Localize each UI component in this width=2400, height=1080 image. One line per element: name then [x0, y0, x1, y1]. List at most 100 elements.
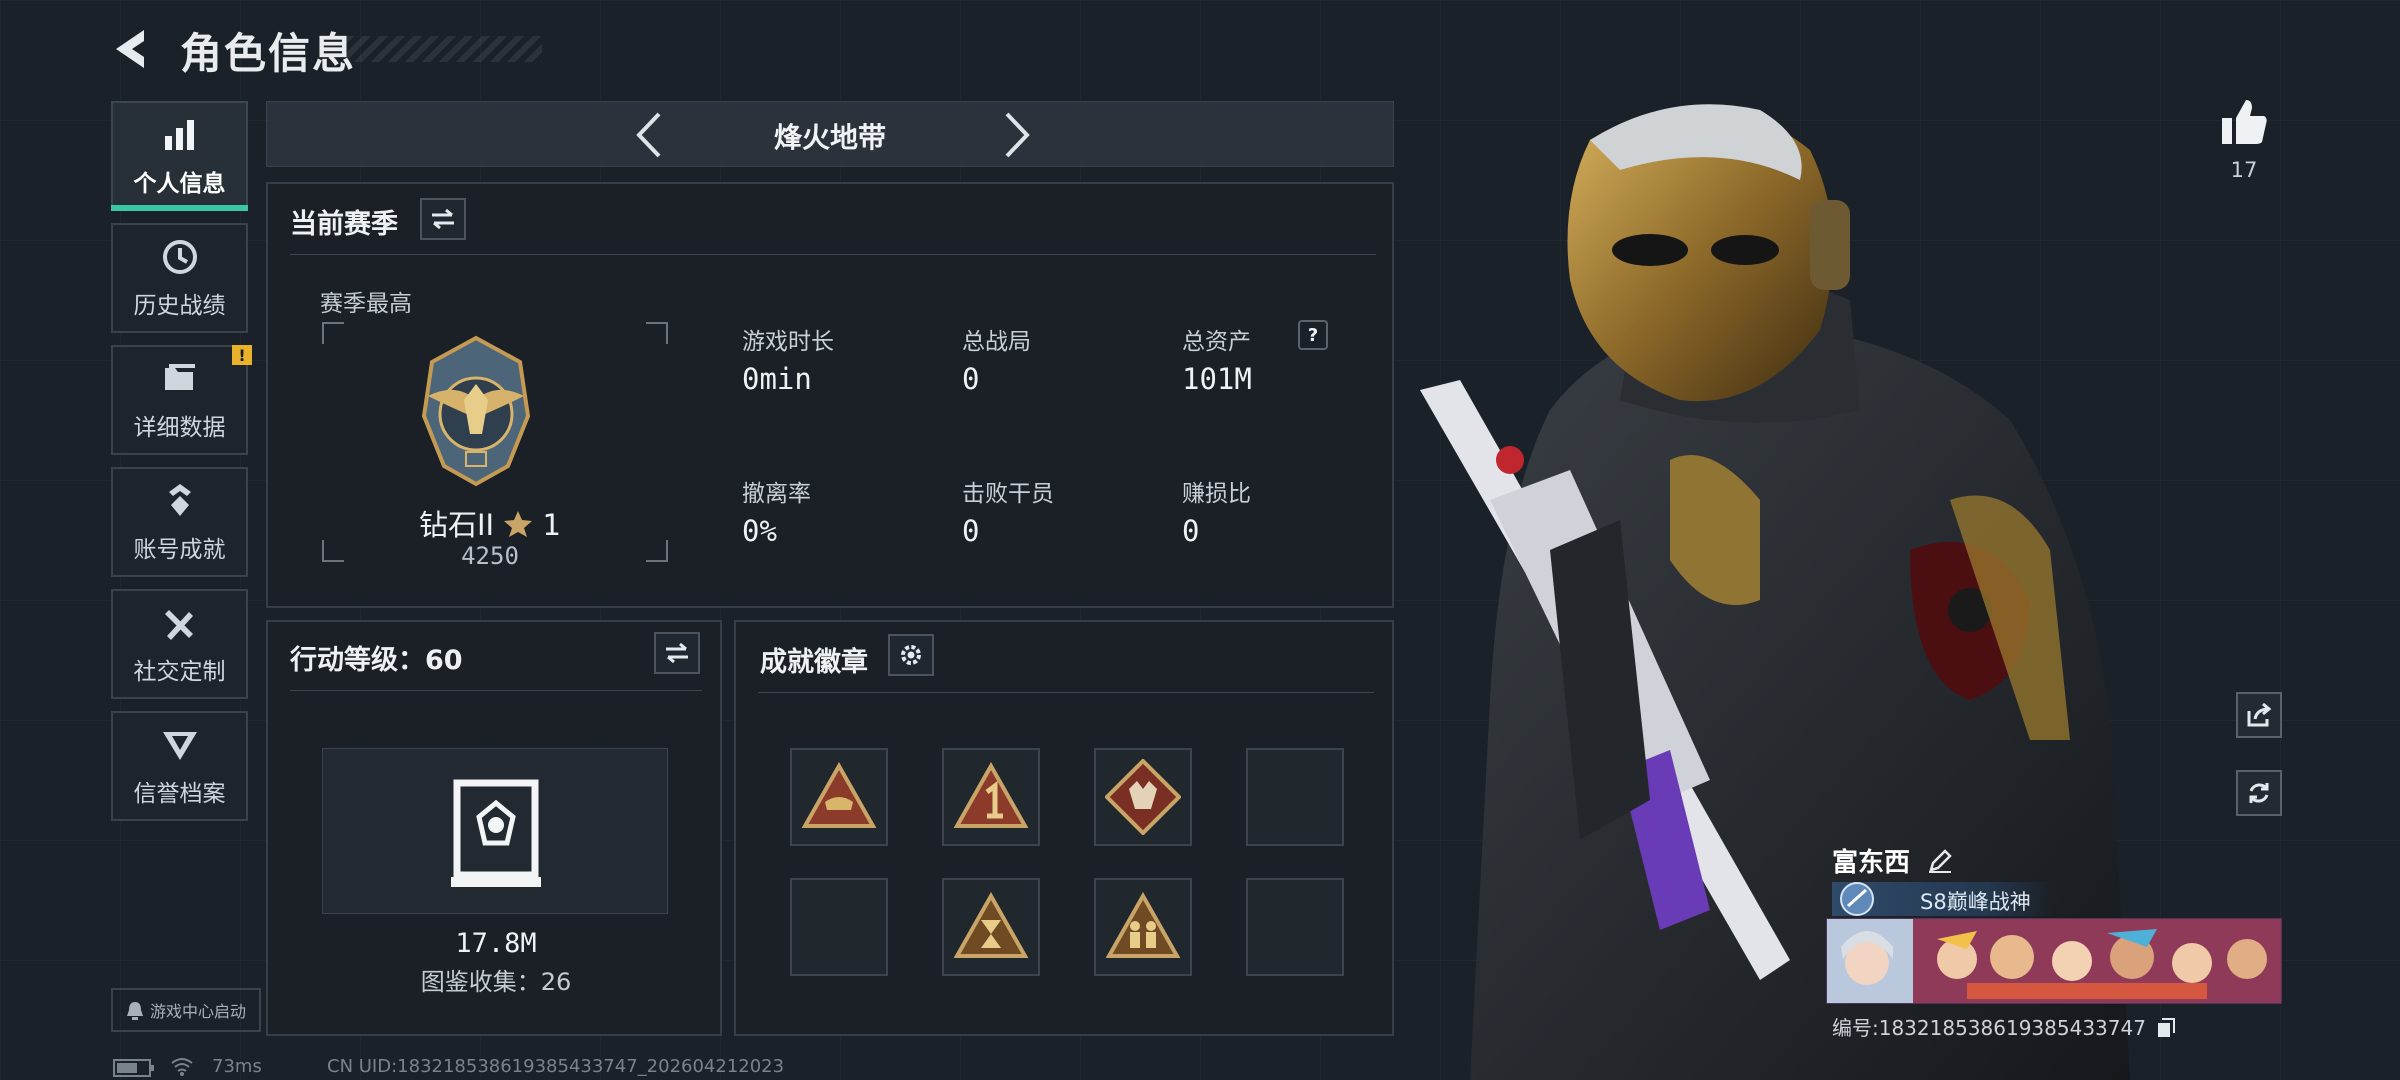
rank-name: 钻石II — [419, 508, 495, 542]
sidebar-item-social-custom[interactable]: 社交定制 — [111, 589, 248, 699]
sidebar-item-account-achievements[interactable]: 账号成就 — [111, 467, 248, 577]
collection-display — [322, 748, 668, 914]
player-title: S8巅峰战神 — [1920, 890, 2031, 914]
boot-triangle-badge-icon — [801, 762, 877, 828]
current-season-panel: 当前赛季 赛季最高 钻石II 1 4250 游戏时长 0min 总战局 0 总资… — [266, 182, 1394, 608]
badge-slot-1[interactable] — [790, 748, 888, 846]
clock-history-icon — [162, 240, 197, 274]
sidebar-item-label: 详细数据 — [133, 415, 226, 441]
share-icon — [2247, 702, 2272, 727]
battery-icon — [113, 1059, 154, 1077]
stat-label-operators-defeated: 击败干员 — [962, 481, 1054, 507]
stat-value-operators-defeated: 0 — [962, 514, 980, 548]
wolf-diamond-badge-icon — [1105, 759, 1181, 835]
tools-icon — [164, 610, 193, 640]
thumbs-up-icon[interactable] — [2218, 96, 2270, 148]
wifi-icon — [171, 1058, 193, 1076]
swap-arrows-icon — [666, 642, 688, 664]
sidebar-item-match-history[interactable]: 历史战绩 — [111, 223, 248, 333]
sidebar-item-detailed-data[interactable]: 详细数据 ! — [111, 345, 252, 455]
sidebar-item-credit-record[interactable]: 信誉档案 — [111, 711, 248, 821]
stat-label-extraction-rate: 撤离率 — [742, 481, 811, 507]
season-panel-title: 当前赛季 — [290, 209, 398, 240]
collection-count: 图鉴收集：26 — [420, 968, 572, 996]
banner-artwork — [1827, 919, 2281, 1003]
collection-vault-icon — [451, 779, 541, 887]
game-center-launch-button[interactable]: 游戏中心启动 — [111, 988, 261, 1032]
stat-label-playtime: 游戏时长 — [742, 329, 834, 355]
title-emblem-icon — [1840, 882, 1874, 916]
refresh-icon — [2249, 783, 2269, 803]
divider — [758, 692, 1374, 693]
action-level-title: 行动等级：60 — [290, 645, 463, 676]
mode-next-arrow-icon[interactable] — [993, 110, 1039, 160]
diamond-rank-emblem-icon — [421, 335, 531, 487]
frame-corner — [322, 322, 344, 344]
achievements-title: 成就徽章 — [760, 647, 868, 678]
mode-selector: 烽火地带 — [266, 101, 1394, 167]
action-level-value: 17.8M — [455, 928, 537, 959]
alert-badge: ! — [232, 345, 252, 365]
stat-label-total-assets: 总资产 — [1182, 329, 1251, 355]
rank-label: 钻石II 1 — [298, 502, 682, 544]
divider — [290, 254, 1376, 255]
badge-slot-3[interactable] — [1094, 748, 1192, 846]
sidebar-item-label: 信誉档案 — [133, 781, 226, 807]
achievement-icon — [168, 484, 191, 516]
like-count: 17 — [2230, 158, 2258, 182]
season-switch-button[interactable] — [420, 198, 466, 240]
player-id: 编号:183218538619385433747 — [1832, 1012, 2176, 1041]
action-level-switch-button[interactable] — [654, 632, 700, 674]
star-icon — [504, 511, 533, 537]
stat-value-total-matches: 0 — [962, 362, 980, 396]
badge-slot-8-empty[interactable] — [1246, 878, 1344, 976]
player-id-text: 编号:183218538619385433747 — [1832, 1016, 2146, 1040]
frame-corner — [646, 322, 668, 344]
player-name: 富东西 — [1832, 842, 1953, 879]
badge-slot-7[interactable] — [1094, 878, 1192, 976]
bar-chart-icon — [164, 120, 194, 150]
sidebar-item-label: 账号成就 — [133, 537, 226, 563]
action-level-panel: 行动等级：60 17.8M 图鉴收集：26 — [266, 620, 722, 1036]
rank-stars: 1 — [542, 508, 561, 542]
badge-slot-4-empty[interactable] — [1246, 748, 1344, 846]
gear-icon — [901, 645, 921, 665]
mode-title: 烽火地带 — [773, 121, 886, 154]
sidebar-item-personal-info[interactable]: 个人信息 — [111, 101, 248, 211]
stat-label-profit-ratio: 赚损比 — [1182, 481, 1251, 507]
share-button[interactable] — [2236, 692, 2282, 738]
stat-value-total-assets: 101M — [1182, 362, 1252, 396]
sidebar-item-label: 个人信息 — [133, 171, 226, 197]
hourglass-triangle-badge-icon — [953, 892, 1029, 958]
edit-pencil-icon[interactable] — [1927, 848, 1953, 874]
divider — [290, 690, 702, 691]
player-name-text: 富东西 — [1832, 848, 1911, 878]
bell-icon — [126, 1002, 143, 1020]
achievements-settings-button[interactable] — [888, 634, 934, 676]
stat-value-playtime: 0min — [742, 362, 812, 396]
sidebar-item-label: 社交定制 — [133, 659, 226, 685]
refresh-button[interactable] — [2236, 770, 2282, 816]
game-center-label: 游戏中心启动 — [149, 1002, 246, 1021]
shield-rank-icon — [162, 732, 197, 760]
achievement-badges-panel: 成就徽章 — [734, 620, 1394, 1036]
season-best-label: 赛季最高 — [320, 291, 412, 317]
swap-arrows-icon — [432, 208, 454, 230]
uid-text: CN UID:183218538619385433747_20260421202… — [327, 1056, 785, 1077]
badge-slot-5-empty[interactable] — [790, 878, 888, 976]
folder-icon — [164, 364, 195, 390]
ping-text: 73ms — [212, 1056, 262, 1077]
number-one-triangle-badge-icon — [953, 762, 1029, 828]
assets-help-button[interactable]: ? — [1298, 320, 1328, 350]
badge-slot-6[interactable] — [942, 878, 1040, 976]
stat-value-extraction-rate: 0% — [742, 514, 777, 548]
sidebar-item-label: 历史战绩 — [133, 293, 226, 319]
soldiers-triangle-badge-icon — [1105, 892, 1181, 958]
back-arrow-icon[interactable] — [108, 26, 154, 72]
player-card-banner[interactable] — [1826, 918, 2282, 1004]
copy-icon[interactable] — [2156, 1017, 2176, 1039]
badge-slot-2[interactable] — [942, 748, 1040, 846]
stat-value-profit-ratio: 0 — [1182, 514, 1200, 548]
page-title: 角色信息 — [180, 29, 357, 78]
stat-label-total-matches: 总战局 — [962, 329, 1031, 355]
